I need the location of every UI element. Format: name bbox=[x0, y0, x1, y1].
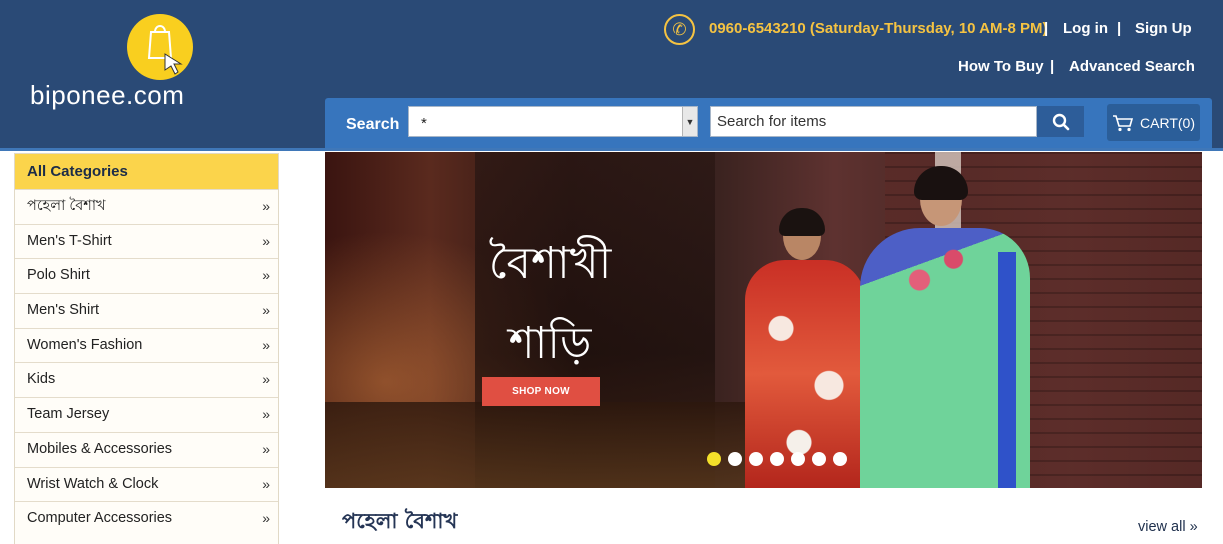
slider-dot[interactable] bbox=[812, 452, 826, 466]
sidebar-title: All Categories bbox=[15, 154, 278, 189]
logo-text: biponee.com bbox=[30, 80, 185, 110]
cart-button[interactable]: CART(0) bbox=[1107, 104, 1200, 141]
slider-dot[interactable] bbox=[770, 452, 784, 466]
search-bar: Search * ▼ CART(0) bbox=[325, 98, 1212, 148]
site-logo[interactable]: biponee.com bbox=[30, 14, 230, 114]
chevron-right-icon: » bbox=[262, 336, 270, 353]
chevron-right-icon: » bbox=[262, 406, 270, 423]
signup-link[interactable]: Sign Up bbox=[1135, 20, 1192, 37]
sidebar-item-mens-tshirt[interactable]: Men's T-Shirt » bbox=[15, 223, 278, 259]
slider-dot[interactable] bbox=[833, 452, 847, 466]
dropdown-arrow-icon[interactable]: ▼ bbox=[682, 107, 697, 136]
sidebar-item-polo-shirt[interactable]: Polo Shirt » bbox=[15, 258, 278, 294]
slider-dots bbox=[707, 452, 847, 466]
sidebar-item-label: Computer Accessories bbox=[27, 510, 173, 527]
banner-floor bbox=[325, 402, 745, 488]
sidebar-item-mens-shirt[interactable]: Men's Shirt » bbox=[15, 293, 278, 328]
sidebar-item-label: Men's Shirt bbox=[27, 302, 100, 319]
sidebar-item-label: পহেলা বৈশাখ bbox=[27, 198, 106, 214]
chevron-right-icon: » bbox=[262, 302, 270, 319]
search-input[interactable] bbox=[710, 106, 1037, 137]
shopping-bag-logo-icon bbox=[127, 14, 193, 80]
category-sidebar: All Categories পহেলা বৈশাখ » Men's T-Shir… bbox=[14, 153, 279, 544]
chevron-right-icon: » bbox=[262, 510, 270, 527]
banner-headline-line2: শাড়ি bbox=[508, 318, 592, 369]
separator: | bbox=[1050, 58, 1055, 75]
header-divider bbox=[0, 148, 1223, 151]
phone-info: 0960-6543210 (Saturday-Thursday, 10 AM-8… bbox=[709, 20, 1048, 37]
phone-icon: ✆ bbox=[664, 14, 695, 45]
search-icon bbox=[1052, 113, 1069, 130]
sidebar-item-label: Kids bbox=[27, 371, 56, 388]
banner-model-right bbox=[860, 166, 1030, 488]
category-select-value: * bbox=[421, 115, 427, 132]
how-to-buy-link[interactable]: How To Buy bbox=[958, 58, 1044, 75]
view-all-link[interactable]: view all » bbox=[1138, 519, 1198, 535]
sidebar-item-pohela-boishakh[interactable]: পহেলা বৈশাখ » bbox=[15, 189, 278, 224]
separator: | bbox=[1117, 20, 1122, 37]
category-select[interactable]: * ▼ bbox=[408, 106, 698, 137]
slider-dot[interactable] bbox=[728, 452, 742, 466]
sidebar-item-label: Mobiles & Accessories bbox=[27, 440, 173, 457]
cart-icon bbox=[1113, 114, 1134, 131]
sidebar-item-kids[interactable]: Kids » bbox=[15, 362, 278, 398]
chevron-right-icon: » bbox=[262, 371, 270, 388]
section-title: পহেলা বৈশাখ bbox=[342, 508, 458, 533]
slider-dot-active[interactable] bbox=[707, 452, 721, 466]
sidebar-item-label: Team Jersey bbox=[27, 406, 110, 423]
sidebar-item-computer-accessories[interactable]: Computer Accessories » bbox=[15, 501, 278, 536]
search-label: Search bbox=[346, 116, 400, 133]
sidebar-item-wrist-watch-clock[interactable]: Wrist Watch & Clock » bbox=[15, 466, 278, 502]
banner-headline: বৈশাখী শাড়ি bbox=[475, 224, 625, 384]
banner-headline-line1: বৈশাখী bbox=[488, 238, 612, 289]
shop-now-button[interactable]: SHOP NOW bbox=[482, 377, 600, 406]
chevron-right-icon: » bbox=[262, 267, 270, 284]
sidebar-item-label: Women's Fashion bbox=[27, 336, 143, 353]
cart-label: CART(0) bbox=[1140, 114, 1195, 131]
sidebar-item-label: Men's T-Shirt bbox=[27, 232, 112, 249]
chevron-right-icon: » bbox=[262, 232, 270, 249]
banner-model-left bbox=[745, 208, 865, 488]
sidebar-item-mobiles-accessories[interactable]: Mobiles & Accessories » bbox=[15, 431, 278, 467]
chevron-right-icon: » bbox=[262, 475, 270, 492]
login-link[interactable]: Log in bbox=[1063, 20, 1108, 37]
separator: | bbox=[1044, 20, 1049, 37]
hero-banner[interactable]: বৈশাখী শাড়ি SHOP NOW bbox=[325, 152, 1202, 488]
sidebar-item-label: Polo Shirt bbox=[27, 267, 90, 284]
slider-dot[interactable] bbox=[749, 452, 763, 466]
slider-dot[interactable] bbox=[791, 452, 805, 466]
chevron-right-icon: » bbox=[262, 198, 270, 214]
chevron-right-icon: » bbox=[262, 440, 270, 457]
search-button[interactable] bbox=[1037, 106, 1084, 137]
advanced-search-link[interactable]: Advanced Search bbox=[1069, 58, 1195, 75]
sidebar-item-team-jersey[interactable]: Team Jersey » bbox=[15, 397, 278, 432]
sidebar-item-label: Wrist Watch & Clock bbox=[27, 475, 159, 492]
sidebar-item-womens-fashion[interactable]: Women's Fashion » bbox=[15, 327, 278, 363]
